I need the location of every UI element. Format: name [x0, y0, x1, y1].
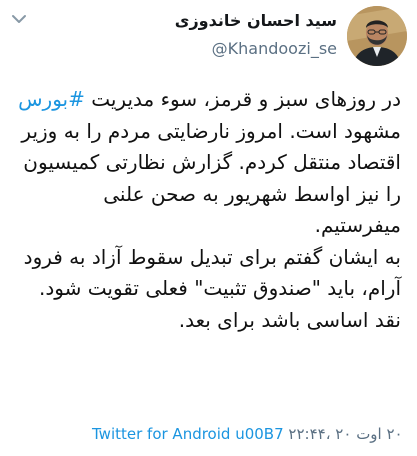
hashtag-link[interactable]: #بورس [18, 87, 85, 111]
tweet-paragraph-3: نقد اساسی باشد برای بعد. [178, 307, 401, 332]
profile-photo-icon [347, 6, 407, 66]
tweet-metadata: Twitter for Android u00B7 ۲۰ اوت ۲۰ ،۲۲:… [92, 424, 403, 444]
tweet-text-segment: مشهود است. امروز نارضایتی مردم را به وزی… [21, 118, 401, 238]
chevron-down-icon[interactable] [10, 12, 28, 26]
timestamp[interactable]: ۲۰ اوت ۲۰ ،۲۲:۴۴ [288, 425, 402, 443]
tweet-card: سید احسان خاندوزی @Khandoozi_se در روزها… [0, 0, 417, 456]
user-handle[interactable]: @Khandoozi_se [175, 38, 337, 60]
avatar[interactable] [347, 6, 407, 66]
tweet-text: در روزهای سبز و قرمز، سوء مدیریت #بورس م… [12, 84, 401, 336]
client-link[interactable]: Twitter for Android [92, 425, 230, 443]
tweet-paragraph-1: در روزهای سبز و قرمز، سوء مدیریت #بورس م… [12, 84, 401, 242]
tweet-text-line: در روزهای سبز و قرمز، سوء مدیریت [91, 87, 401, 111]
display-name[interactable]: سید احسان خاندوزی [175, 10, 337, 32]
separator: u00B7 [230, 425, 289, 443]
tweet-paragraph-2: به ایشان گفتم برای تبدیل سقوط آزاد به فر… [23, 244, 401, 301]
tweet-author[interactable]: سید احسان خاندوزی @Khandoozi_se [175, 10, 337, 60]
